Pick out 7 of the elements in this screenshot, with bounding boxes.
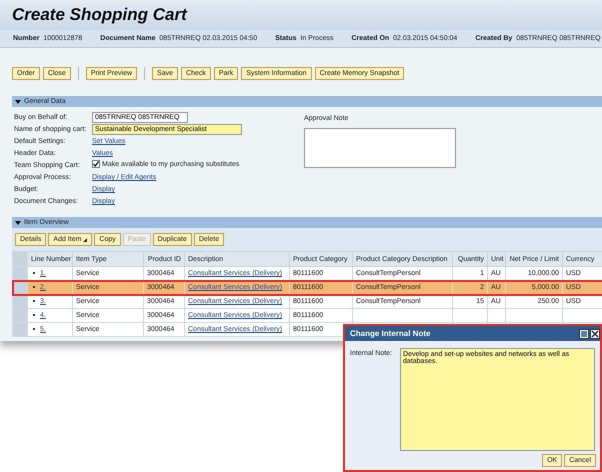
- caret-icon: [15, 100, 21, 104]
- page-title: Create Shopping Cart: [0, 0, 602, 30]
- checkbox[interactable]: [92, 160, 100, 168]
- dialog-title: Change Internal Note: [350, 329, 430, 338]
- approval-note-field[interactable]: [304, 128, 456, 168]
- maximize-icon[interactable]: [579, 328, 589, 338]
- close-icon[interactable]: [590, 328, 600, 338]
